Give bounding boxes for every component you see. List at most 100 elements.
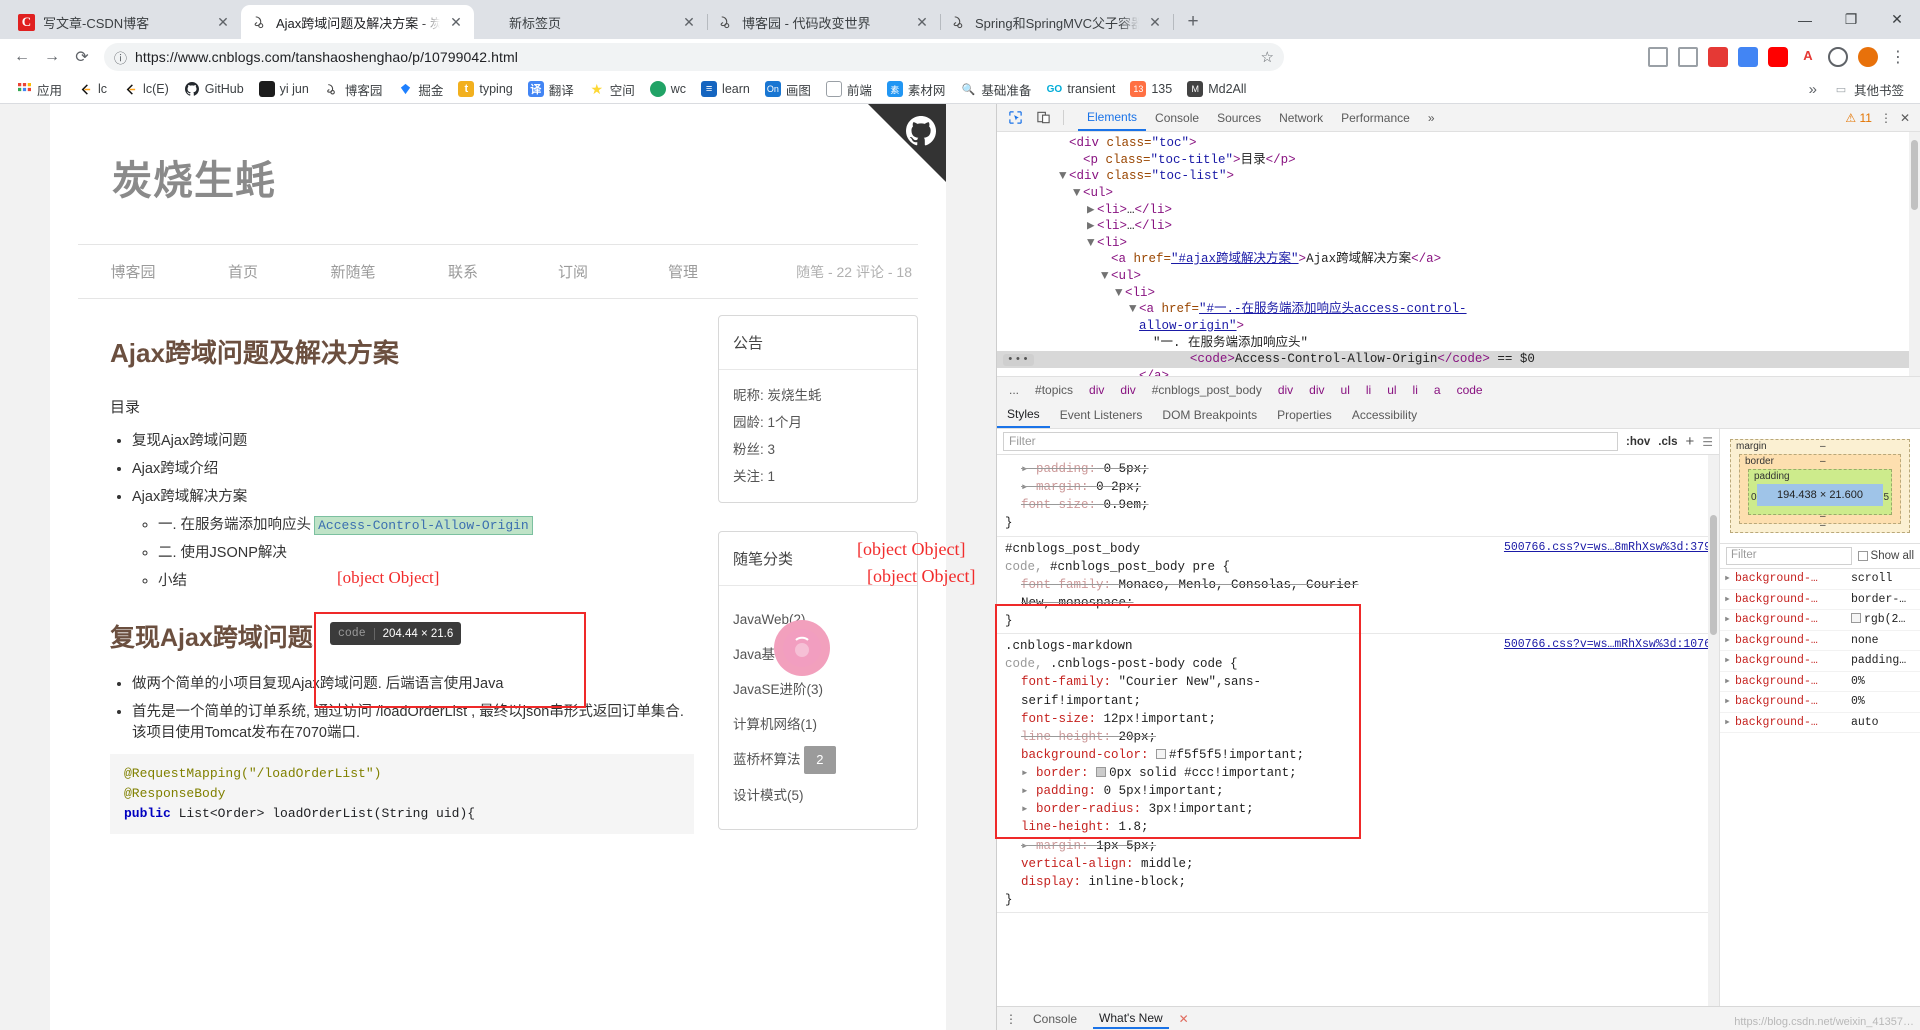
- expand-icon[interactable]: ▸: [1724, 674, 1731, 690]
- dom-node-line[interactable]: <p class="toc-title">目录</p>: [997, 152, 1920, 169]
- box-model-border[interactable]: border – padding 0 5 194.438 × 21.600 –: [1739, 454, 1901, 524]
- dom-scrollbar[interactable]: [1909, 132, 1920, 376]
- toc-item-0[interactable]: 复现Ajax跨域问题: [132, 429, 694, 450]
- blog-title[interactable]: 炭烧生蚝: [112, 148, 946, 206]
- other-bookmarks-button[interactable]: ▭ 其他书签: [1827, 77, 1910, 102]
- computed-property-row[interactable]: ▸ background-… rgb(2…: [1720, 610, 1920, 631]
- nav-item-new-post[interactable]: 新随笔: [298, 261, 408, 282]
- bookmark-sucaiwang[interactable]: 素 素材网: [881, 77, 952, 102]
- expand-icon[interactable]: ▸: [1724, 715, 1731, 731]
- bookmark-juejin[interactable]: 掘金: [391, 77, 449, 102]
- dom-tree[interactable]: <div class="toc"> <p class="toc-title">目录…: [997, 132, 1920, 376]
- breadcrumb-item[interactable]: ul: [1379, 381, 1404, 399]
- box-model-padding[interactable]: padding 0 5 194.438 × 21.600: [1748, 469, 1892, 515]
- styles-settings-icon[interactable]: ☰: [1702, 435, 1713, 449]
- bookmark-lc-e[interactable]: lc(E): [116, 78, 175, 100]
- disclosure-triangle-icon[interactable]: ▶: [1087, 202, 1097, 219]
- styles-tab-accessibility[interactable]: Accessibility: [1342, 402, 1427, 428]
- bookmark-star-icon[interactable]: ☆: [1261, 48, 1274, 66]
- computed-property-row[interactable]: ▸ background-… 0%: [1720, 692, 1920, 713]
- bookmark-kongjian[interactable]: ★ 空间: [583, 77, 641, 102]
- disclosure-triangle-icon[interactable]: ▼: [1101, 268, 1111, 285]
- site-info-icon[interactable]: ⓘ: [114, 48, 127, 67]
- drawer-tab-console[interactable]: Console: [1027, 1010, 1083, 1028]
- inspect-cursor-icon[interactable]: [1003, 107, 1027, 129]
- toc-subitem-1[interactable]: 二. 使用JSONP解决: [158, 541, 694, 562]
- bookmark-github[interactable]: GitHub: [178, 78, 250, 100]
- profile-avatar-icon[interactable]: [1854, 43, 1882, 71]
- devtools-tab-sources[interactable]: Sources: [1208, 104, 1270, 131]
- expand-icon[interactable]: ▸: [1724, 612, 1731, 628]
- styles-tab-styles[interactable]: Styles: [997, 402, 1050, 428]
- disclosure-triangle-icon[interactable]: ▼: [1115, 285, 1125, 302]
- css-declaration[interactable]: ▸ margin: 0 2px;: [1005, 478, 1711, 496]
- dom-node-line[interactable]: ▼ <ul>: [997, 268, 1920, 285]
- computed-property-row[interactable]: ▸ background-… 0%: [1720, 672, 1920, 693]
- styles-filter-input[interactable]: Filter: [1003, 432, 1618, 451]
- bookmark-jichuzhunbei[interactable]: 🔍 基础准备: [954, 77, 1037, 102]
- toc-subitem-0[interactable]: 一. 在服务端添加响应头 Access-Control-Allow-Origin: [158, 513, 694, 535]
- computed-property-row[interactable]: ▸ background-… border-…: [1720, 590, 1920, 611]
- expand-ellipsis-icon[interactable]: •••: [1003, 354, 1034, 367]
- extension-4-icon[interactable]: [1734, 43, 1762, 71]
- new-style-rule-button[interactable]: +: [1685, 433, 1694, 450]
- breadcrumb-item[interactable]: #cnblogs_post_body: [1144, 381, 1270, 399]
- tab-close-icon[interactable]: ✕: [448, 14, 464, 30]
- bookmark-lc[interactable]: lc: [71, 78, 113, 100]
- extension-1-icon[interactable]: [1644, 43, 1672, 71]
- bookmark-yi-jun[interactable]: yi jun: [253, 78, 315, 100]
- css-rule[interactable]: ▸ padding: 0 5px; ▸ margin: 0 2px; font-si…: [997, 457, 1719, 537]
- dom-node-line[interactable]: ▼ <div class="toc-list">: [997, 168, 1920, 185]
- dom-node-line[interactable]: ••• <code>Access-Control-Allow-Origin</co…: [997, 351, 1920, 368]
- browser-tab-3[interactable]: 博客园 - 代码改变世界 ✕: [707, 5, 941, 39]
- dom-node-line[interactable]: ▼ <li>: [997, 285, 1920, 302]
- css-source-link[interactable]: 500766.css?v=ws…mRhXsw%3d:1076: [1504, 637, 1711, 654]
- css-declaration[interactable]: ▸ margin: 1px 5px;: [1005, 837, 1711, 855]
- box-model-margin[interactable]: margin – border – padding 0 5 194.438 × …: [1730, 439, 1910, 533]
- devtools-tab-elements[interactable]: Elements: [1078, 104, 1147, 131]
- extension-2-icon[interactable]: [1674, 43, 1702, 71]
- expand-icon[interactable]: ▸: [1724, 633, 1731, 649]
- breadcrumb-item[interactable]: div: [1112, 381, 1143, 399]
- devtools-menu-icon[interactable]: ⋮: [1880, 111, 1892, 125]
- bookmark-translate[interactable]: 译 翻译: [522, 77, 580, 102]
- devtools-tab-console[interactable]: Console: [1146, 104, 1208, 131]
- show-all-checkbox[interactable]: Show all: [1857, 550, 1914, 562]
- computed-property-row[interactable]: ▸ background-… padding…: [1720, 651, 1920, 672]
- styles-tab-properties[interactable]: Properties: [1267, 402, 1342, 428]
- tab-close-icon[interactable]: ✕: [914, 14, 930, 30]
- computed-filter-input[interactable]: Filter: [1726, 547, 1852, 565]
- window-close-button[interactable]: ✕: [1874, 4, 1920, 36]
- breadcrumb-item[interactable]: li: [1358, 381, 1379, 399]
- bookmark-learn[interactable]: ≡ learn: [695, 78, 756, 100]
- device-toolbar-icon[interactable]: [1031, 107, 1055, 129]
- tab-close-icon[interactable]: ✕: [1147, 14, 1163, 30]
- breadcrumb-item[interactable]: ul: [1333, 381, 1358, 399]
- category-item-5[interactable]: 设计模式(5): [733, 782, 903, 809]
- devtools-close-icon[interactable]: ✕: [1900, 111, 1910, 125]
- breadcrumb-item[interactable]: #topics: [1027, 381, 1081, 399]
- dom-node-line[interactable]: </a>: [997, 368, 1920, 376]
- box-model-content[interactable]: 194.438 × 21.600: [1757, 484, 1883, 506]
- bookmarks-overflow-button[interactable]: »: [1809, 81, 1817, 98]
- disclosure-triangle-icon[interactable]: ▼: [1073, 185, 1083, 202]
- drawer-close-icon[interactable]: ✕: [1179, 1012, 1189, 1026]
- breadcrumb-item[interactable]: div: [1081, 381, 1112, 399]
- address-bar[interactable]: ⓘ https://www.cnblogs.com/tanshaoshengha…: [104, 43, 1284, 71]
- bookmark-apps[interactable]: 应用: [10, 77, 68, 102]
- hov-toggle[interactable]: :hov: [1626, 436, 1650, 448]
- bookmark-135[interactable]: 13 135: [1124, 78, 1178, 100]
- breadcrumb-item[interactable]: code: [1449, 381, 1491, 399]
- css-scrollbar[interactable]: [1708, 455, 1719, 1006]
- selected-code-element[interactable]: Access-Control-Allow-Origin: [314, 516, 533, 535]
- browser-tab-0[interactable]: C 写文章-CSDN博客 ✕: [8, 5, 242, 39]
- computed-properties-list[interactable]: ▸ background-… scroll ▸ background-… border-……: [1720, 569, 1920, 1006]
- nav-item-home[interactable]: 首页: [188, 261, 298, 282]
- computed-property-row[interactable]: ▸ background-… scroll: [1720, 569, 1920, 590]
- css-declaration[interactable]: font-family: Monaco, Menlo, Consolas, Co…: [1005, 576, 1711, 594]
- dom-node-line[interactable]: ▶ <li>…</li>: [997, 202, 1920, 219]
- css-declaration[interactable]: display: inline-block;: [1005, 873, 1711, 891]
- drawer-more-icon[interactable]: ⋮: [1005, 1012, 1017, 1026]
- dom-node-line[interactable]: <a href="#ajax跨域解决方案">Ajax跨域解决方案</a>: [997, 251, 1920, 268]
- computed-property-row[interactable]: ▸ background-… auto: [1720, 713, 1920, 734]
